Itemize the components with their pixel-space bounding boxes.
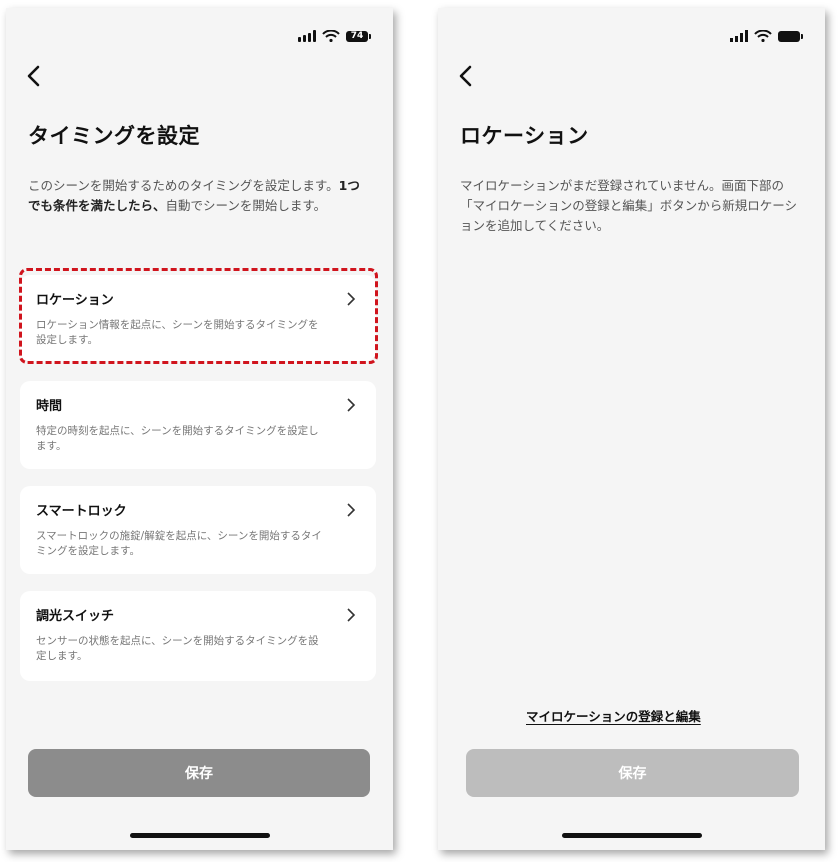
chevron-right-icon [347, 398, 356, 412]
option-description: センサーの状態を起点に、シーンを開始するタイミングを設定します。 [36, 635, 319, 662]
option-title: 調光スイッチ [36, 609, 115, 624]
back-chevron-icon[interactable] [24, 64, 44, 88]
battery-icon: 74 [346, 30, 371, 42]
page-title: ロケーション [460, 124, 589, 148]
option-card-smartlock[interactable]: スマートロック スマートロックの施錠/解錠を起点に、シーンを開始するタイミングを… [20, 486, 376, 574]
home-indicator[interactable] [130, 833, 270, 838]
register-edit-location-link[interactable]: マイロケーションの登録と編集 [526, 706, 701, 725]
option-description: 特定の時刻を起点に、シーンを開始するタイミングを設定します。 [36, 425, 319, 452]
battery-level: 74 [346, 30, 368, 42]
save-button[interactable]: 保存 [28, 749, 370, 797]
highlight-dashed-box [19, 268, 378, 364]
page-title: タイミングを設定 [28, 124, 200, 148]
signal-icon [730, 30, 748, 42]
option-card-time[interactable]: 時間 特定の時刻を起点に、シーンを開始するタイミングを設定します。 [20, 381, 376, 469]
signal-icon [298, 30, 316, 42]
battery-icon [778, 30, 803, 42]
option-card-dimmer-switch[interactable]: 調光スイッチ センサーの状態を起点に、シーンを開始するタイミングを設定します。 [20, 591, 376, 681]
status-bar [730, 30, 803, 42]
option-title: 時間 [36, 399, 63, 414]
page-description: このシーンを開始するためのタイミングを設定します。1つでも条件を満たしたら、自動… [28, 178, 360, 213]
chevron-right-icon [347, 503, 356, 517]
empty-state-message: マイロケーションがまだ登録されていません。画面下部の「マイロケーションの登録と編… [460, 178, 798, 233]
status-bar: 74 [298, 30, 371, 42]
option-description: スマートロックの施錠/解錠を起点に、シーンを開始するタイミングを設定します。 [36, 530, 322, 557]
back-chevron-icon[interactable] [456, 64, 476, 88]
chevron-right-icon [347, 608, 356, 622]
wifi-icon [754, 30, 772, 42]
location-screen: ロケーション マイロケーションがまだ登録されていません。画面下部の「マイロケーシ… [438, 8, 825, 850]
save-button-disabled[interactable]: 保存 [466, 749, 799, 797]
wifi-icon [322, 30, 340, 42]
home-indicator[interactable] [562, 833, 702, 838]
timing-settings-screen: 74 タイミングを設定 このシーンを開始するためのタイミングを設定します。1つで… [6, 8, 393, 850]
option-title: スマートロック [36, 504, 127, 519]
